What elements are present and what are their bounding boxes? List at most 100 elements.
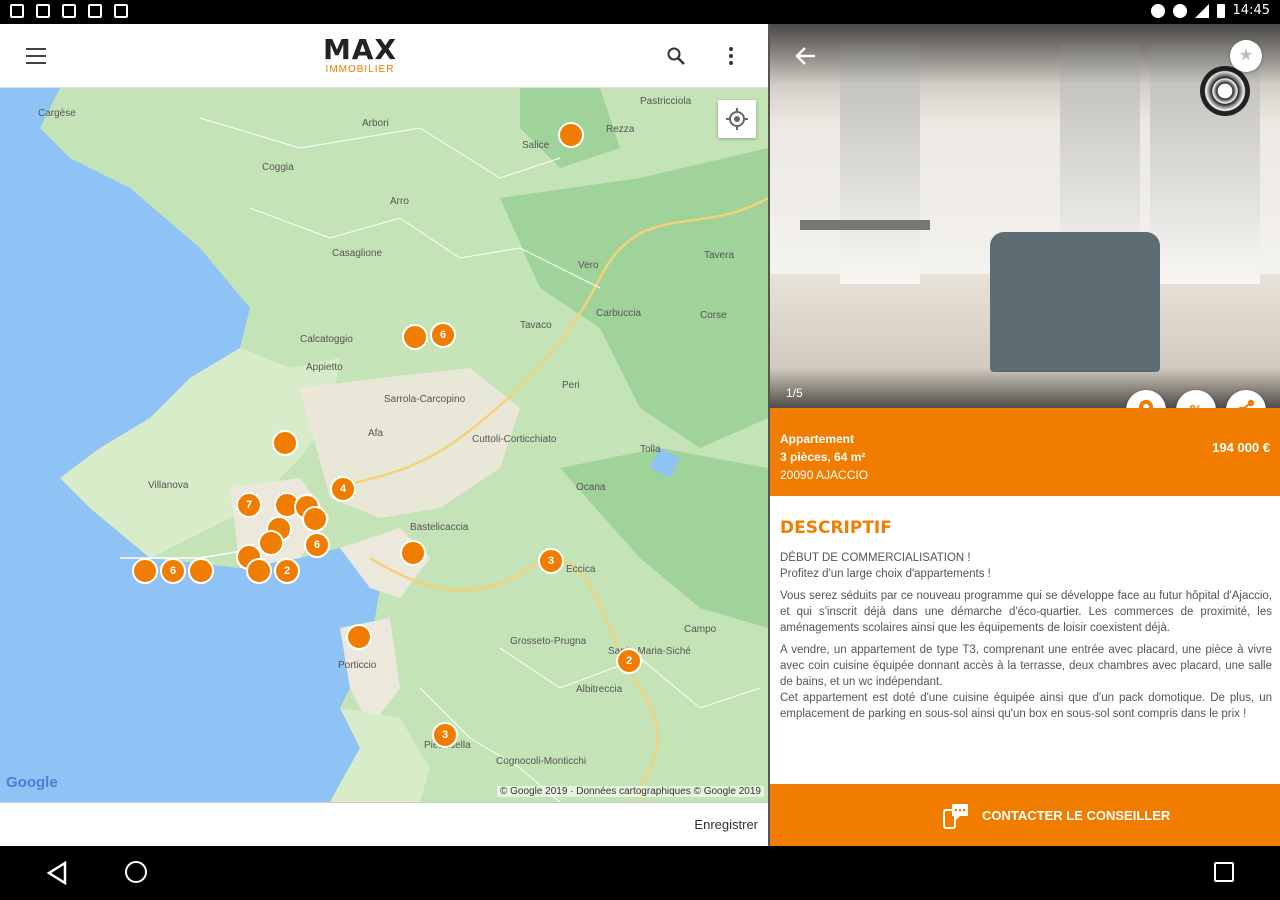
- crosshair-icon: [726, 108, 748, 130]
- notification-icon: [62, 4, 76, 18]
- place-label: Pastricciola: [640, 96, 692, 107]
- brand-logo: MAX IMMOBILIER: [318, 36, 402, 78]
- map-marker[interactable]: [258, 530, 284, 556]
- place-label: Peri: [562, 380, 580, 391]
- listing-detail-pane: ★ 1/5 % Appartement 3 pièces, 64 m² 2009…: [768, 24, 1280, 846]
- back-arrow-icon[interactable]: [794, 46, 818, 66]
- logo-main: MAX: [322, 33, 398, 66]
- place-label: Albitreccia: [576, 684, 623, 695]
- nav-recents-icon[interactable]: [1214, 862, 1234, 882]
- status-bar: 14:45: [0, 0, 1280, 24]
- place-label: Tavera: [704, 250, 735, 261]
- search-icon[interactable]: [666, 46, 686, 66]
- logo-sub: IMMOBILIER: [325, 64, 395, 75]
- google-logo: Google: [6, 774, 58, 791]
- map-marker[interactable]: 4: [330, 476, 356, 502]
- description-line: Profitez d'un large choix d'appartements…: [780, 568, 991, 580]
- map-marker[interactable]: 2: [274, 558, 300, 584]
- description-paragraph: DÉBUT DE COMMERCIALISATION ! Profitez d'…: [780, 550, 1272, 582]
- place-label: Corse: [700, 310, 727, 321]
- listing-photo[interactable]: ★ 1/5: [770, 24, 1280, 408]
- listing-summary: Appartement 3 pièces, 64 m² 20090 AJACCI…: [770, 408, 1280, 496]
- description-line: DÉBUT DE COMMERCIALISATION !: [780, 552, 971, 564]
- place-label: Eccica: [566, 564, 596, 575]
- description-line: A vendre, un appartement de type T3, com…: [780, 644, 1272, 688]
- map-marker[interactable]: 7: [236, 492, 262, 518]
- notification-icons: [10, 4, 128, 18]
- battery-icon: [1216, 3, 1225, 18]
- place-label: Tavaco: [520, 320, 552, 331]
- place-label: Campo: [684, 624, 717, 635]
- contact-advisor-label: CONTACTER LE CONSEILLER: [982, 808, 1171, 823]
- notification-icon: [36, 4, 50, 18]
- place-label: Casaglione: [332, 248, 383, 259]
- app-bar: MAX IMMOBILIER: [0, 24, 768, 88]
- description-paragraph: A vendre, un appartement de type T3, com…: [780, 642, 1272, 722]
- section-title: DESCRIPTIF: [780, 518, 892, 538]
- map-credit: © Google 2019 · Données cartographiques …: [496, 786, 764, 797]
- notification-icon: [114, 4, 128, 18]
- signal-icon: [1194, 3, 1209, 18]
- photo-counter: 1/5: [786, 386, 803, 400]
- system-nav-bar: [0, 846, 1280, 900]
- save-search-button[interactable]: Enregistrer: [694, 817, 758, 832]
- place-label: Tolla: [640, 444, 661, 455]
- notification-icon: [10, 4, 24, 18]
- property-type: Appartement: [780, 432, 855, 446]
- property-city: 20090 AJACCIO: [780, 468, 869, 482]
- place-label: Arro: [390, 196, 409, 207]
- place-label: Sarrola-Carcopino: [384, 394, 466, 405]
- place-label: Porticcio: [338, 660, 377, 671]
- place-label: Villanova: [148, 480, 189, 491]
- property-price: 194 000 €: [1212, 440, 1270, 455]
- place-label: Vero: [578, 260, 599, 271]
- place-label: Cargèse: [38, 108, 76, 119]
- favorite-star-icon[interactable]: ★: [1230, 40, 1262, 72]
- map-marker[interactable]: [400, 540, 426, 566]
- wifi-icon: [1172, 3, 1187, 18]
- map-marker[interactable]: [132, 558, 158, 584]
- map-marker[interactable]: [302, 506, 328, 532]
- map-marker[interactable]: [558, 122, 584, 148]
- map-marker[interactable]: [188, 558, 214, 584]
- description-section: DESCRIPTIF DÉBUT DE COMMERCIALISATION ! …: [770, 496, 1280, 784]
- map-marker[interactable]: 2: [616, 648, 642, 674]
- map-marker[interactable]: 6: [160, 558, 186, 584]
- map-view[interactable]: Cargèse Arbori Pastricciola Rezza Salice…: [0, 88, 768, 802]
- chat-phone-icon: [943, 804, 968, 829]
- description-line: Cet appartement est doté d'une cuisine é…: [780, 692, 1272, 720]
- map-marker[interactable]: 3: [432, 722, 458, 748]
- map-marker[interactable]: [272, 430, 298, 456]
- my-location-button[interactable]: [718, 100, 756, 138]
- clock: 14:45: [1232, 3, 1270, 18]
- menu-icon[interactable]: [26, 48, 46, 64]
- place-label: Arbori: [362, 118, 389, 129]
- map-marker[interactable]: [346, 624, 372, 650]
- map-pane: MAX IMMOBILIER Cargèse Arbori Pastriccio…: [0, 24, 768, 846]
- description-paragraph: Vous serez séduits par ce nouveau progra…: [780, 590, 1272, 634]
- place-label: Afa: [368, 428, 384, 439]
- place-label: Ocana: [576, 482, 606, 493]
- place-label: Rezza: [606, 124, 635, 135]
- nav-back-icon[interactable]: [46, 861, 68, 885]
- property-details: 3 pièces, 64 m²: [780, 450, 866, 464]
- contact-advisor-button[interactable]: CONTACTER LE CONSEILLER: [770, 784, 1280, 846]
- map-bottom-bar: Enregistrer: [0, 802, 768, 846]
- place-label: Appietto: [306, 362, 343, 373]
- map-marker[interactable]: 3: [538, 548, 564, 574]
- notification-icon: [88, 4, 102, 18]
- system-icons: 14:45: [1150, 3, 1270, 18]
- more-vert-icon[interactable]: [728, 46, 734, 66]
- place-label: Salice: [522, 140, 550, 151]
- place-label: Bastelicaccia: [410, 522, 469, 533]
- nav-home-icon[interactable]: [125, 861, 147, 883]
- map-marker[interactable]: [402, 324, 428, 350]
- place-label: Calcatoggio: [300, 334, 353, 345]
- map-marker[interactable]: 6: [304, 532, 330, 558]
- place-label: Carbuccia: [596, 308, 642, 319]
- map-marker[interactable]: [246, 558, 272, 584]
- map-marker[interactable]: 6: [430, 322, 456, 348]
- place-label: Coggia: [262, 162, 294, 173]
- place-label: Cognocoli-Monticchi: [496, 756, 587, 767]
- dnd-icon: [1150, 3, 1165, 18]
